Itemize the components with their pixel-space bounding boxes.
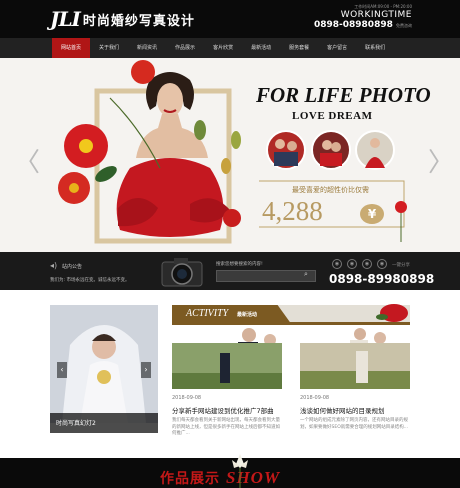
banner-prev-arrow[interactable]: 〈 [14, 142, 40, 179]
news-date-1: 2018-09-08 [172, 395, 202, 401]
banner-thumb-1 [266, 130, 306, 170]
worktime-block: 工作时间AM:09:00 - PM:20:00 WORKINGTIME 0898… [313, 4, 412, 30]
logo-mark: JLI [50, 7, 81, 31]
hero-banner: 〈 〉 FOR LIFE PHOTO LOVE DREAM 最受喜爱的超性价比仅… [0, 58, 460, 252]
camera-icon [161, 258, 203, 287]
news-desc-1: 我们每天都会看到关于新网站出现，每天都会看到大量的新网站上线，但是很多新手在网站… [172, 418, 280, 437]
nav-item[interactable]: 服务套餐 [280, 38, 318, 58]
news-title-1[interactable]: 分享新手网站建设到优化推广7部曲 [172, 405, 274, 415]
news-date-2: 2018-09-08 [300, 395, 330, 401]
lily-decoration [232, 454, 248, 488]
worktime-label: WORKINGTIME [340, 9, 412, 20]
nav-item[interactable]: 关于我们 [90, 38, 128, 58]
nav-item[interactable]: 最新活动 [242, 38, 280, 58]
qq-icon[interactable]: ◉ [362, 259, 372, 269]
search-input[interactable] [217, 271, 303, 281]
banner-thumb-2 [311, 130, 351, 170]
activity-title-cn[interactable]: 最新活动 [237, 311, 257, 318]
currency-badge: ¥ [360, 204, 384, 224]
main-nav: 网站首页 关于我们 新闻资讯 作品展示 客片欣赏 最新活动 服务套餐 客户留言 联系我们 [0, 38, 460, 58]
news-label: 站内公告 [62, 264, 83, 270]
nav-item[interactable]: 新闻资讯 [128, 38, 166, 58]
banner-thumb-3 [355, 130, 395, 170]
nav-item[interactable]: 客户留言 [318, 38, 356, 58]
logo[interactable]: JLI 时尚婚纱写真设计 [50, 6, 195, 32]
share-label[interactable]: 一键分享 [392, 262, 410, 268]
banner-subheadline: LOVE DREAM [292, 110, 373, 122]
nav-item[interactable]: 联系我们 [356, 38, 394, 58]
hot-search-label: 搜索您想要搜索的内容! [216, 262, 263, 267]
price-label: 最受喜爱的超性价比仅需 [292, 186, 369, 194]
activity-title-en: ACTIVITY [186, 308, 229, 319]
qzone-icon[interactable]: ◉ [377, 259, 387, 269]
weibo-icon[interactable]: ◉ [347, 259, 357, 269]
header-phone: 0898-08980898 免费咨询 [313, 19, 412, 30]
speaker-icon: ◂) [50, 261, 58, 270]
logo-name: 时尚婚纱写真设计 [82, 13, 195, 29]
search-icon[interactable]: ⌕ [304, 270, 308, 279]
infobar-phone: 0898-89980898 [329, 272, 435, 286]
news-image-1[interactable] [172, 343, 282, 389]
banner-headline: FOR LIFE PHOTO [256, 83, 431, 107]
activity-rose [376, 304, 408, 322]
news-image-2[interactable] [300, 343, 410, 389]
news-title-2[interactable]: 浅谈如何做好网站的目录规划 [300, 405, 385, 415]
nav-item[interactable]: 作品展示 [166, 38, 204, 58]
notice-text[interactable]: 我们为: 市场永远在变。诚信永远不变。 [50, 277, 129, 283]
search-box [216, 270, 316, 282]
show-heading: 作品展示 SHOW [160, 468, 281, 487]
slider-caption: 时尚写真幻灯2 [50, 413, 158, 433]
wechat-icon[interactable]: ◉ [332, 259, 342, 269]
nav-item[interactable]: 客片欣赏 [204, 38, 242, 58]
slider-next-button[interactable]: › [141, 362, 151, 378]
nav-item[interactable]: 网站首页 [52, 38, 91, 58]
news-desc-2: 一个网站的组成元素除了网页内容，还有网站目录的规划，如果要做好SEO就需要合理的… [300, 418, 409, 430]
banner-next-arrow[interactable]: 〉 [428, 142, 454, 179]
rose-decoration [395, 201, 407, 242]
slider-prev-button[interactable]: ‹ [57, 362, 67, 378]
price-value: 4,288 [262, 196, 323, 226]
